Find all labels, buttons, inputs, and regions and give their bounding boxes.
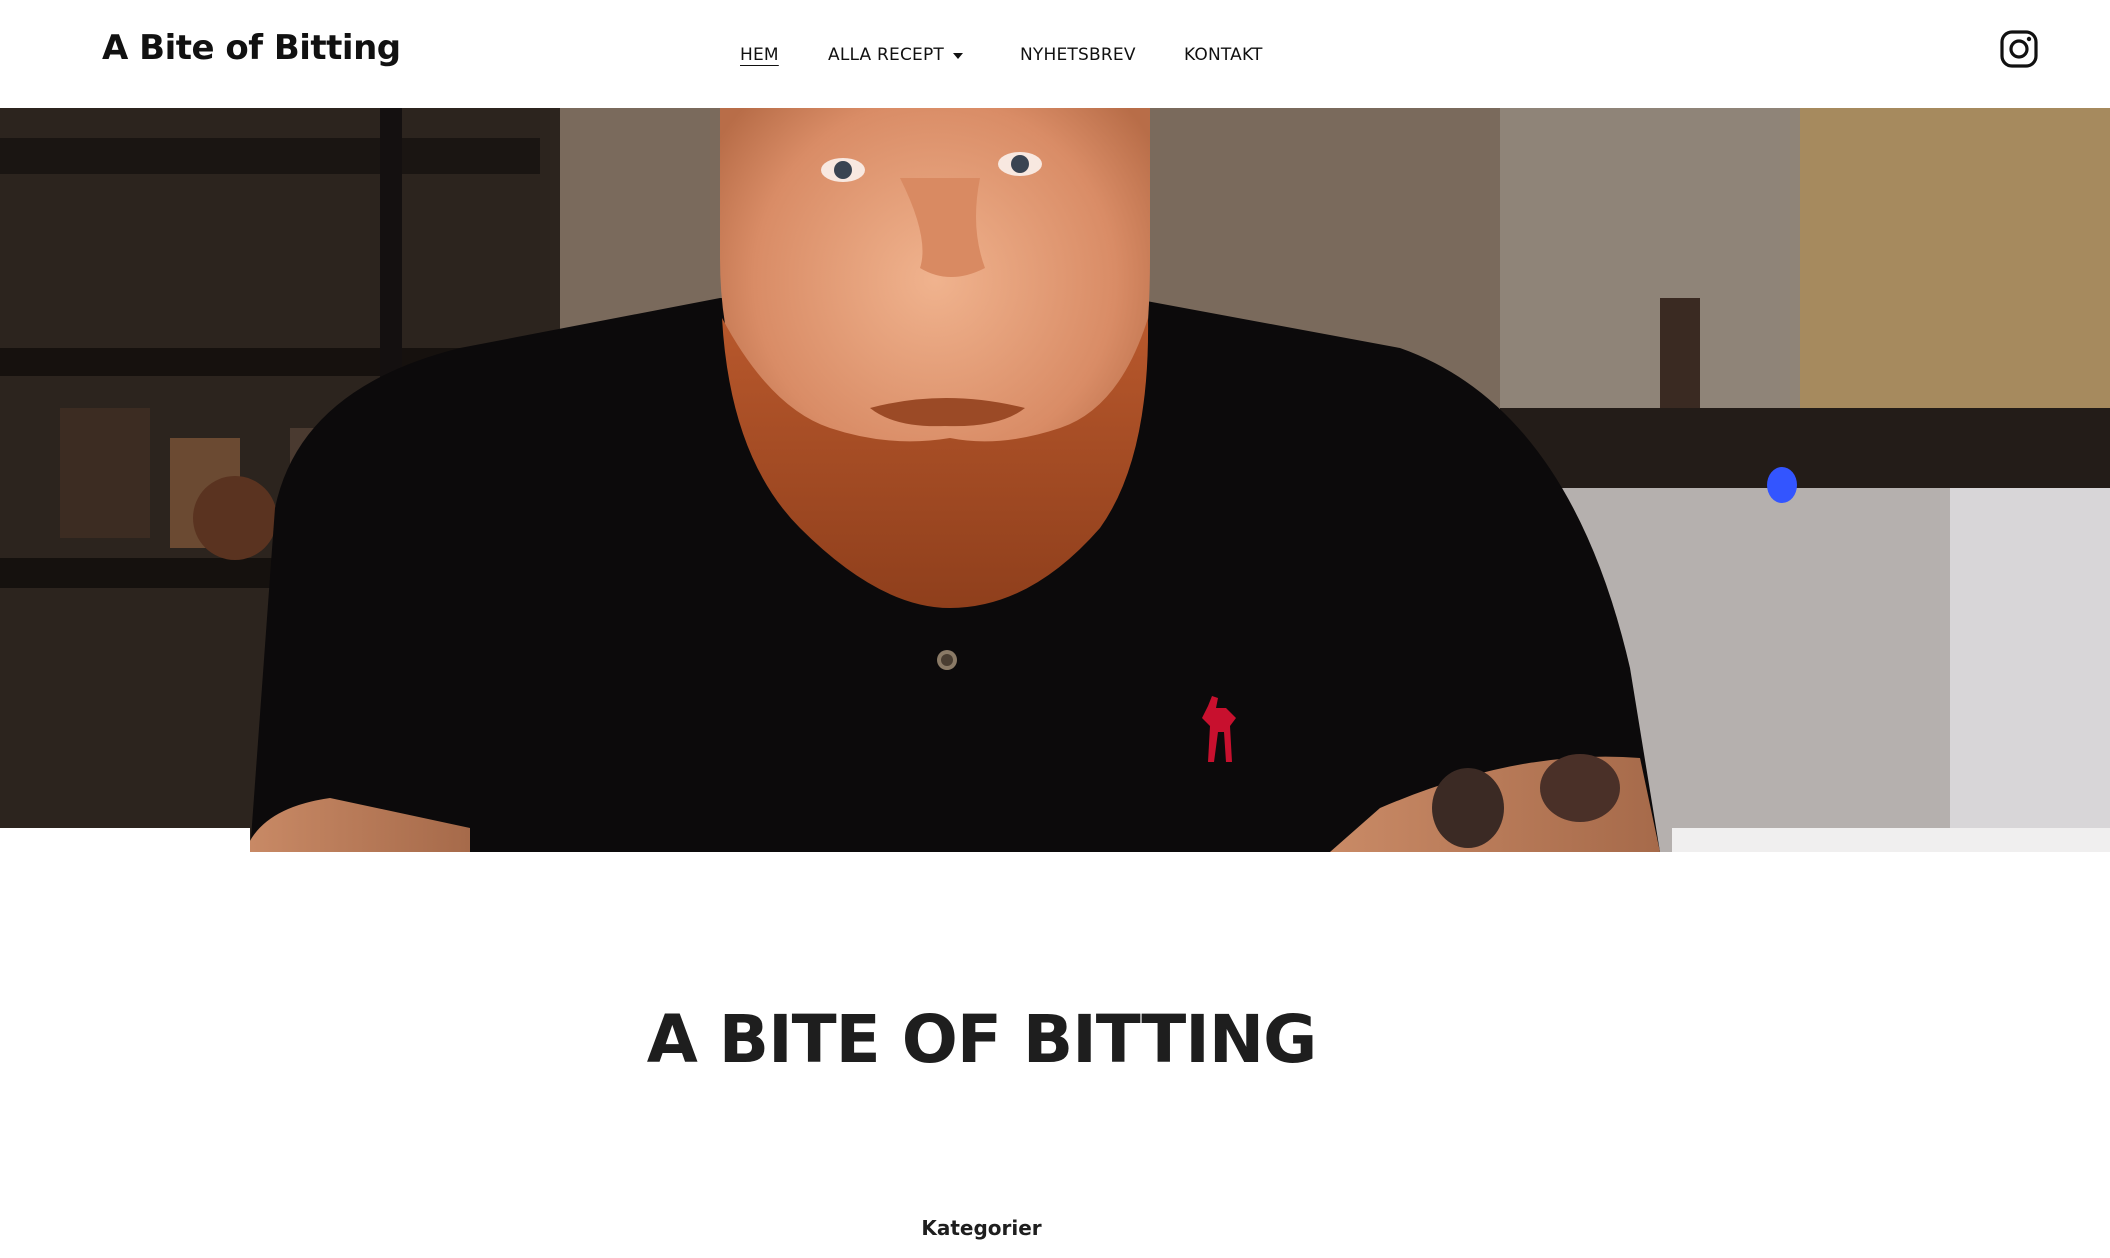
hero-portrait-illustration bbox=[0, 108, 2110, 852]
nav-link-alla-recept[interactable]: ALLA RECEPT bbox=[828, 45, 964, 65]
nav-link-kontakt[interactable]: KONTAKT bbox=[1184, 45, 1263, 65]
page-title: A BITE OF BITTING bbox=[646, 1001, 1318, 1078]
nav-item-hem: HEM bbox=[740, 38, 779, 72]
categories-heading: Kategorier bbox=[921, 1216, 1042, 1240]
hero-image bbox=[0, 108, 2110, 852]
nav-item-nyhetsbrev: NYHETSBREV bbox=[1020, 38, 1136, 72]
nav-item-kontakt: KONTAKT bbox=[1184, 38, 1263, 72]
site-header: A Bite of Bitting HEM ALLA RECEPT NYHETS… bbox=[0, 0, 2110, 108]
nav-link-hem[interactable]: HEM bbox=[740, 45, 779, 65]
nav-link-nyhetsbrev[interactable]: NYHETSBREV bbox=[1020, 45, 1136, 65]
nav-item-alla-recept: ALLA RECEPT bbox=[828, 38, 964, 72]
nav-link-alla-recept-label: ALLA RECEPT bbox=[828, 45, 944, 65]
instagram-icon[interactable] bbox=[1999, 29, 2039, 69]
chevron-down-icon[interactable] bbox=[952, 38, 964, 72]
site-title-link[interactable]: A Bite of Bitting bbox=[102, 26, 401, 70]
